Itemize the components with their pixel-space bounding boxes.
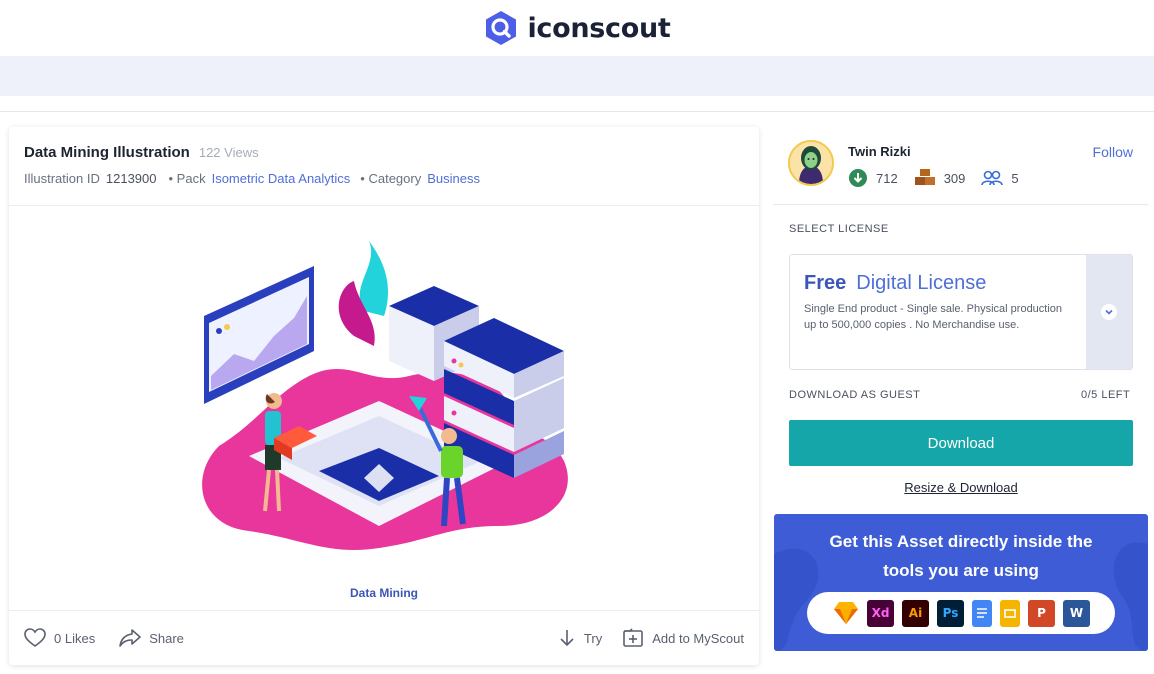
powerpoint-icon[interactable]: P (1028, 599, 1055, 627)
stat-assets: 309 (914, 168, 966, 188)
download-circle-icon (849, 169, 867, 187)
illustration-caption: Data Mining (350, 586, 418, 600)
category-label: • Category (360, 171, 422, 186)
likes-count: 0 Likes (54, 630, 96, 646)
heart-icon (24, 628, 46, 647)
promo-line-2: tools you are using (883, 561, 1039, 580)
download-as-guest-label: DOWNLOAD AS GUEST (789, 389, 921, 401)
asset-title: Data Mining Illustration (24, 144, 190, 161)
pack-label: • Pack (168, 171, 206, 186)
promo-text: Get this Asset directly inside the tools… (774, 527, 1148, 585)
asset-actions: 0 Likes Share Try Add to MyScout (9, 610, 759, 665)
asset-card: Data Mining Illustration 122 Views Illus… (9, 127, 759, 665)
asset-preview: Data Mining (9, 206, 759, 610)
share-arrow-icon (119, 629, 142, 647)
sketch-icon[interactable] (832, 600, 859, 627)
select-license-label: SELECT LICENSE (789, 223, 889, 235)
brand-logo[interactable]: iconscout (483, 10, 671, 46)
asset-id-label: Illustration ID (24, 171, 100, 186)
data-mining-illustration (202, 241, 568, 551)
asset-meta: Illustration ID 1213900 • Pack Isometric… (24, 171, 744, 186)
photoshop-icon[interactable]: Ps (937, 599, 964, 627)
like-button[interactable]: 0 Likes (24, 628, 95, 648)
resize-download-link[interactable]: Resize & Download (789, 480, 1133, 495)
try-button[interactable]: Try (558, 628, 602, 648)
author-name[interactable]: Twin Rizki (848, 144, 911, 159)
tool-icons-pill: Xd Ai Ps P W (807, 592, 1115, 634)
download-button[interactable]: Download (789, 420, 1133, 466)
promo-line-1: Get this Asset directly inside the (829, 532, 1093, 551)
license-title: Free Digital License (804, 272, 1072, 295)
stack-boxes-icon (914, 169, 935, 185)
author-stats: 712 309 5 (848, 168, 1019, 188)
word-icon[interactable]: W (1063, 599, 1090, 627)
download-arrow-icon (560, 630, 574, 647)
search-subbar (0, 56, 1154, 96)
license-selector[interactable]: Free Digital License Single End product -… (789, 254, 1133, 370)
plugins-promo-banner[interactable]: Get this Asset directly inside the tools… (774, 514, 1148, 651)
stat-downloads: 712 (848, 168, 898, 188)
google-docs-icon[interactable] (972, 599, 992, 627)
stat-downloads-value: 712 (876, 170, 898, 186)
right-divider (773, 204, 1148, 205)
share-button[interactable]: Share (119, 628, 184, 648)
xd-icon[interactable]: Xd (867, 599, 894, 627)
top-header: iconscout (0, 0, 1154, 56)
license-option[interactable]: Free Digital License Single End product -… (790, 255, 1086, 369)
pack-link[interactable]: Isometric Data Analytics (212, 171, 351, 186)
license-description: Single End product - Single sale. Physic… (804, 303, 1063, 331)
author-avatar[interactable] (788, 140, 834, 186)
stat-followers-value: 5 (1011, 170, 1019, 186)
downloads-remaining: 0/5 LEFT (1081, 389, 1131, 401)
header-divider (0, 111, 1154, 112)
try-label: Try (583, 630, 603, 646)
asset-header: Data Mining Illustration 122 Views Illus… (9, 127, 759, 206)
add-to-myscout-label: Add to MyScout (652, 630, 744, 646)
author-card: Twin Rizki Follow 712 309 5 (788, 140, 1133, 190)
illustrator-icon[interactable]: Ai (902, 599, 929, 627)
users-icon (981, 170, 1004, 186)
avatar-illustration (790, 142, 832, 184)
category-link[interactable]: Business (427, 171, 480, 186)
chevron-down-icon (1101, 304, 1117, 320)
license-dropdown-toggle[interactable] (1086, 255, 1132, 369)
follow-button[interactable]: Follow (1093, 144, 1133, 160)
share-label: Share (149, 630, 184, 646)
brand-name: iconscout (527, 12, 671, 44)
asset-views: 122 Views (198, 145, 259, 160)
stat-assets-value: 309 (943, 170, 966, 186)
google-slides-icon[interactable] (1000, 599, 1020, 627)
license-name: Digital License (856, 272, 987, 294)
license-tier: Free (804, 272, 847, 294)
asset-id-value: 1213900 (105, 171, 157, 186)
add-to-myscout-button[interactable]: Add to MyScout (622, 628, 744, 648)
stat-followers: 5 (981, 168, 1019, 188)
magnifier-hexagon-icon (486, 11, 517, 45)
add-folder-icon (623, 628, 644, 647)
